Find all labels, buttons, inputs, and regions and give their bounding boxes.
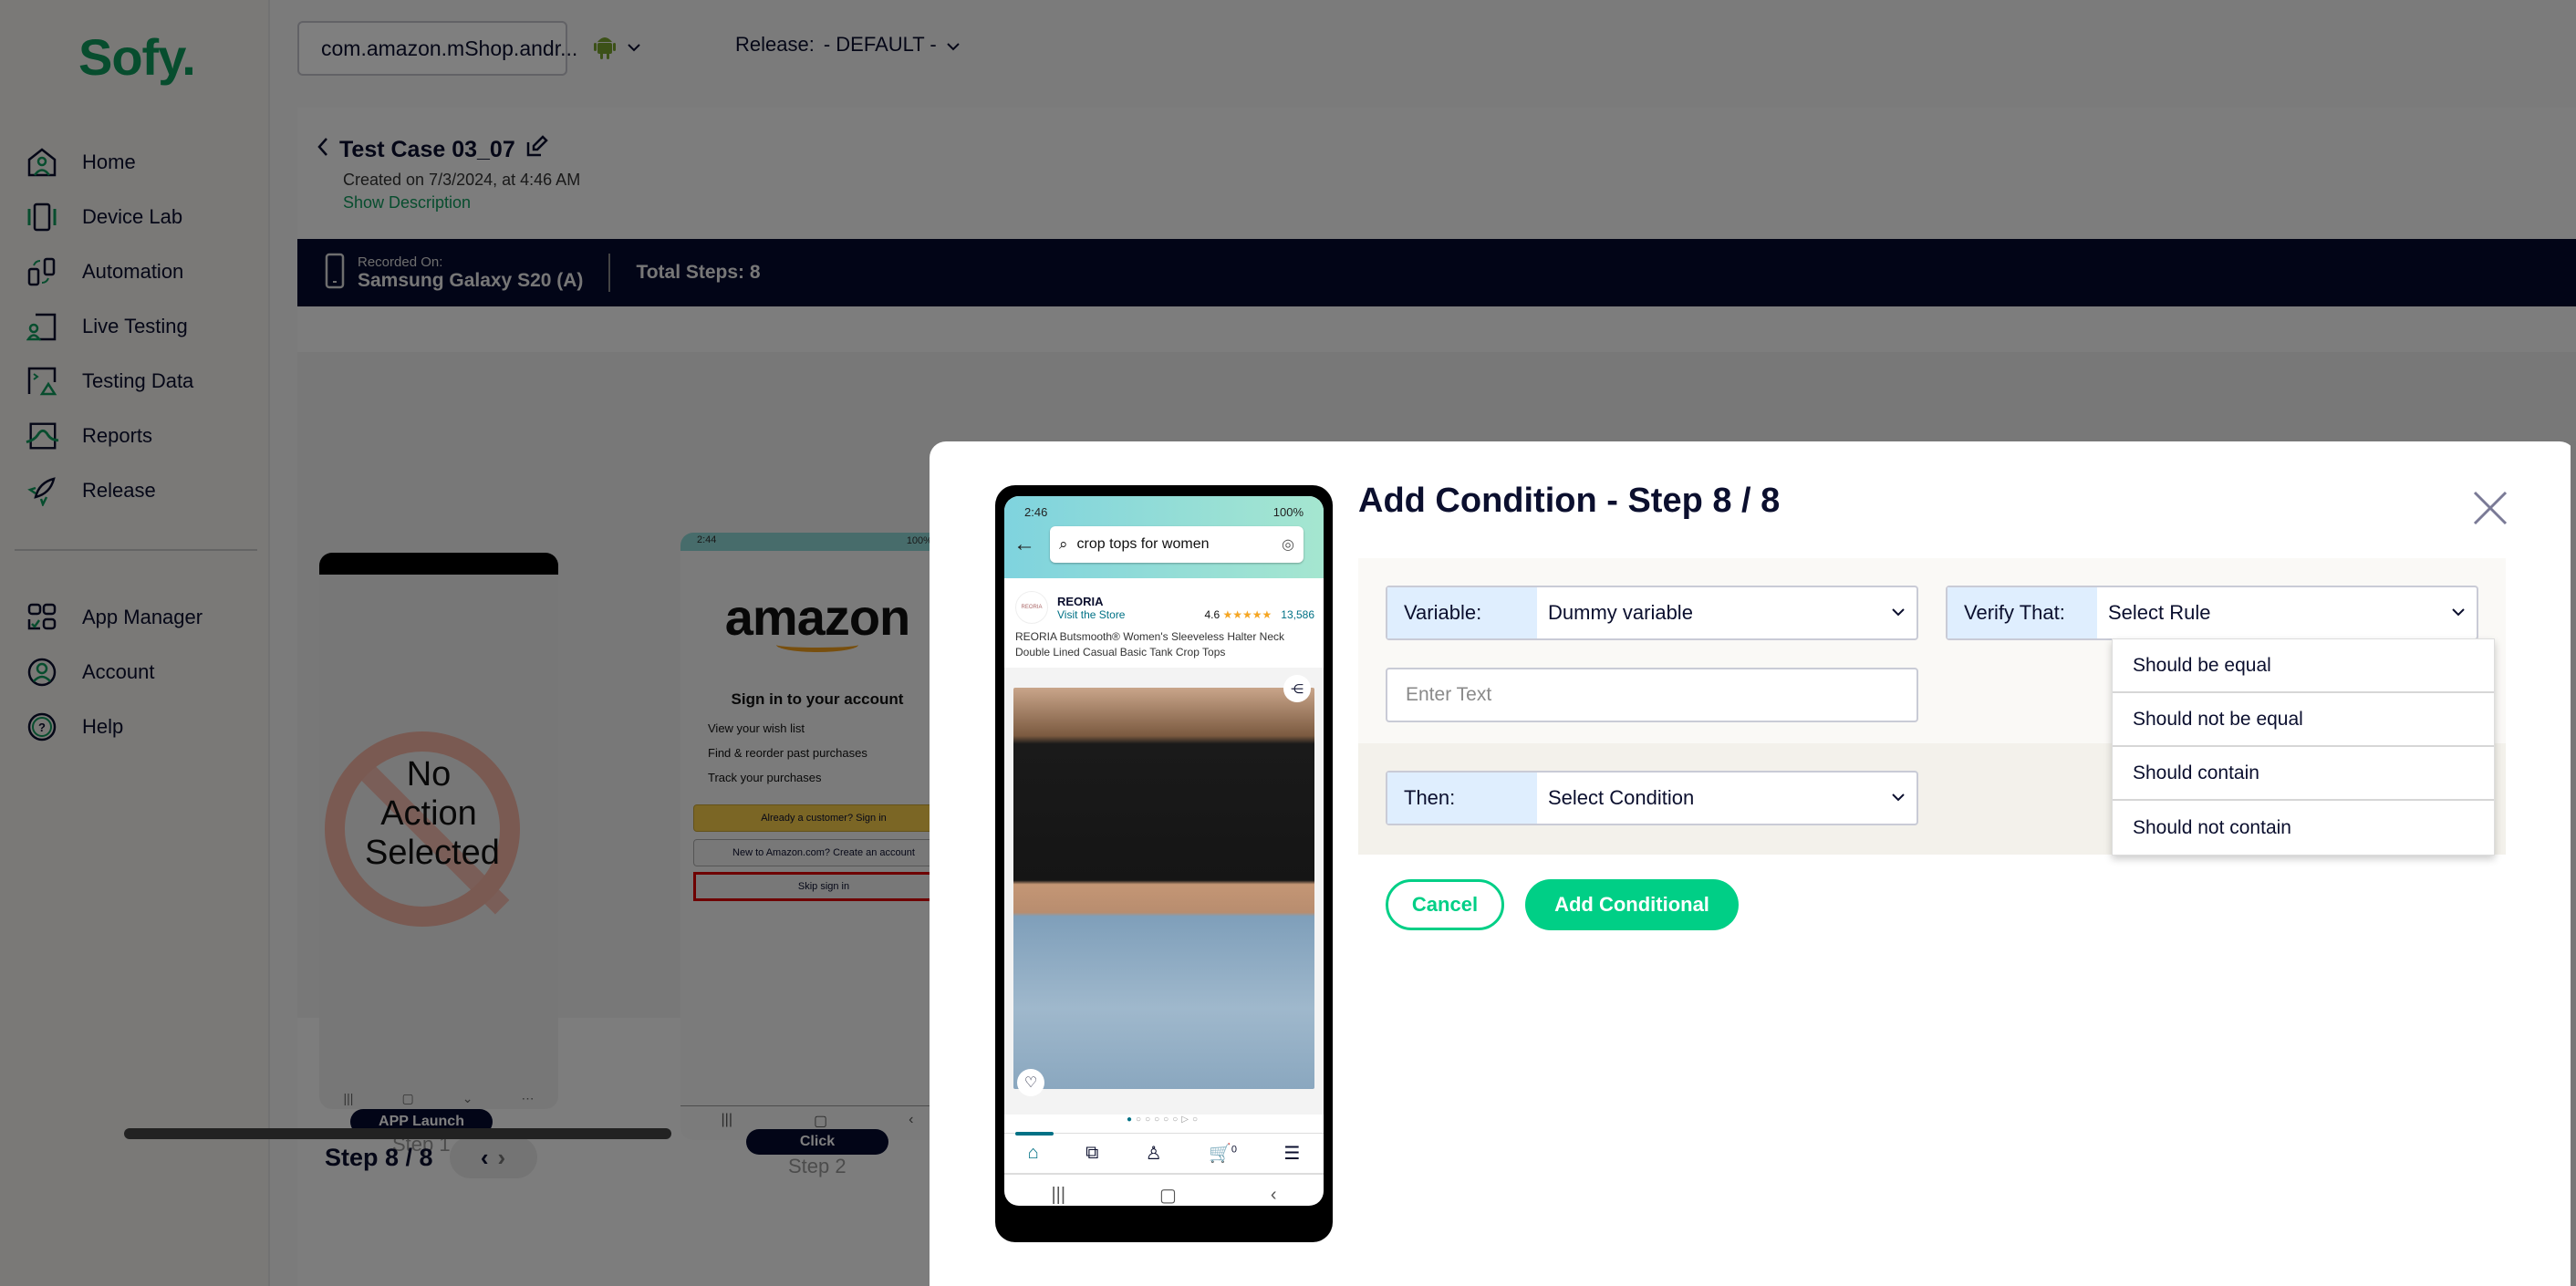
verify-value: Select Rule — [2108, 601, 2211, 624]
then-label: Then: — [1387, 773, 1537, 824]
back-icon: ‹ — [1270, 1184, 1277, 1205]
product-image: ⋲ ♡ — [1004, 668, 1324, 1115]
product-photo — [1013, 688, 1314, 1089]
brand-row: REORIA REORIA Visit the Store 4.6 ★★★★★ 1… — [1004, 578, 1324, 627]
then-value: Select Condition — [1548, 786, 1695, 809]
then-condition-select[interactable]: Then: Select Condition — [1386, 771, 1918, 825]
add-condition-modal: 2:46 100% ← ⌕ crop tops for women ◎ REOR… — [930, 441, 2576, 1286]
cart-icon: 🛒0 — [1209, 1144, 1238, 1164]
variable-select[interactable]: Variable: Dummy variable — [1386, 586, 1918, 640]
search-icon: ⌕ — [1059, 535, 1068, 553]
back-arrow-icon: ← — [1013, 532, 1035, 556]
amazon-tab-bar: ⌂ ⧉ ♙ 🛒0 ☰ — [1004, 1132, 1324, 1173]
search-query: crop tops for women — [1076, 536, 1210, 552]
cancel-button[interactable]: Cancel — [1386, 879, 1504, 930]
system-nav: ||| ▢ ‹ — [1004, 1173, 1324, 1206]
home-button-icon: ▢ — [1159, 1185, 1177, 1206]
phone-preview: 2:46 100% ← ⌕ crop tops for women ◎ REOR… — [995, 485, 1333, 1242]
search-row: ← ⌕ crop tops for women ◎ — [1004, 526, 1324, 563]
product-title: REORIA Butsmooth® Women's Sleeveless Hal… — [1015, 630, 1285, 659]
close-icon[interactable] — [2471, 489, 2509, 527]
page-scrollbar[interactable] — [2571, 441, 2576, 1286]
share-icon: ⋲ — [1283, 675, 1311, 702]
brand-logo: REORIA — [1015, 591, 1048, 624]
heart-icon: ♡ — [1017, 1069, 1044, 1096]
rule-options-dropdown: Should be equal Should not be equal Shou… — [2112, 638, 2495, 856]
enter-text-input[interactable] — [1386, 668, 1918, 722]
phone-screen: 2:46 100% ← ⌕ crop tops for women ◎ REOR… — [1004, 496, 1324, 1206]
menu-icon: ☰ — [1283, 1144, 1301, 1164]
video-icon: ⧉ — [1085, 1143, 1099, 1163]
add-conditional-button[interactable]: Add Conditional — [1525, 879, 1739, 930]
variable-value: Dummy variable — [1548, 601, 1693, 624]
visit-store-link: Visit the Store — [1057, 607, 1126, 621]
profile-icon: ♙ — [1145, 1144, 1162, 1164]
chevron-down-icon — [2440, 605, 2477, 621]
home-icon: ⌂ — [1027, 1143, 1039, 1163]
camera-icon: ◎ — [1282, 537, 1294, 553]
review-count: 13,586 — [1281, 607, 1314, 621]
rule-option[interactable]: Should contain — [2113, 747, 2494, 801]
amazon-header: 2:46 100% ← ⌕ crop tops for women ◎ — [1004, 496, 1324, 578]
rule-option[interactable]: Should be equal — [2113, 639, 2494, 693]
verify-rule-select[interactable]: Verify That: Select Rule — [1946, 586, 2478, 640]
modal-title: Add Condition - Step 8 / 8 — [1358, 482, 1781, 520]
chevron-down-icon — [1880, 790, 1916, 806]
chevron-down-icon — [1880, 605, 1916, 621]
rule-option[interactable]: Should not contain — [2113, 801, 2494, 855]
brand-name: REORIA — [1057, 594, 1104, 608]
rating: 4.6 ★★★★★ 13,586 — [1204, 607, 1314, 621]
star-rating-icon: ★★★★★ — [1222, 607, 1272, 621]
status-bar: 2:46 100% — [1024, 505, 1304, 519]
app-root: Sofy. Home Device Lab Automation Live Te… — [0, 0, 2576, 1286]
search-box: ⌕ crop tops for women ◎ — [1050, 526, 1304, 563]
image-pagination: ●○○○○○▷○ — [1127, 1115, 1201, 1125]
verify-label: Verify That: — [1948, 587, 2097, 638]
recents-icon: ||| — [1051, 1184, 1066, 1205]
variable-label: Variable: — [1387, 587, 1537, 638]
rule-option[interactable]: Should not be equal — [2113, 693, 2494, 747]
